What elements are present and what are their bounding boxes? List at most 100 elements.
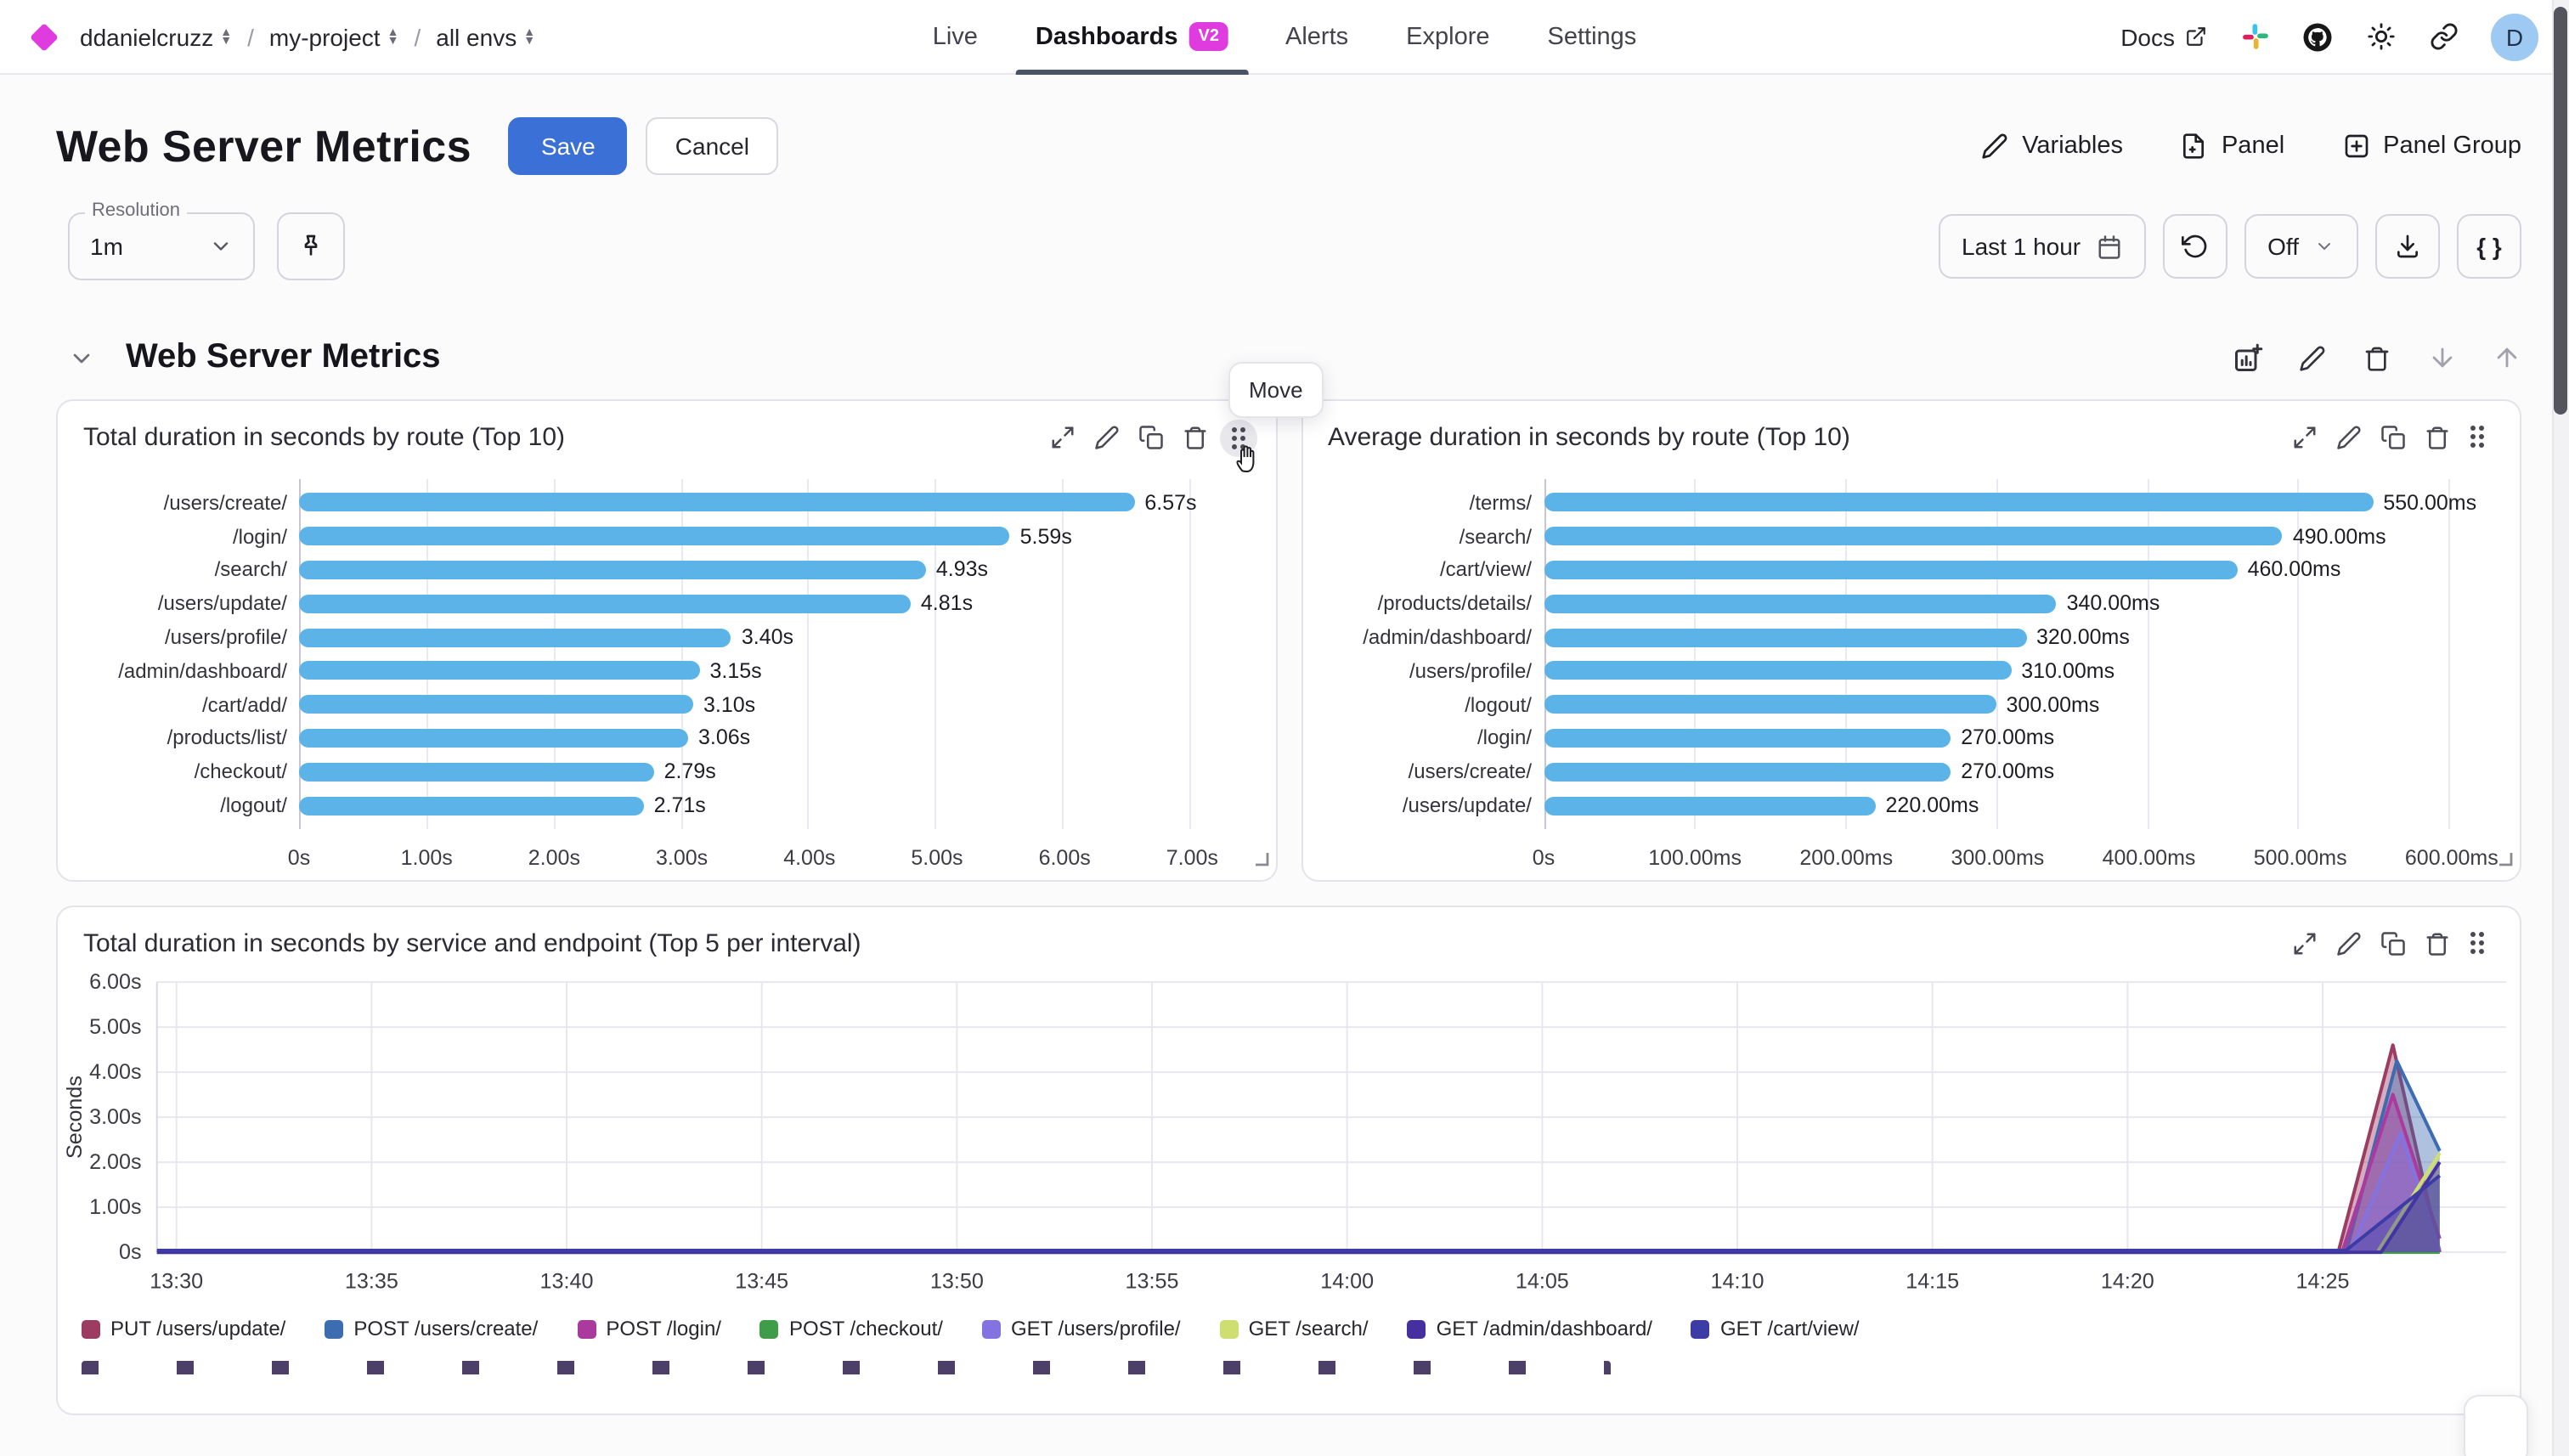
drag-panel-handle[interactable]: [2469, 425, 2494, 450]
refresh-button[interactable]: [2162, 214, 2227, 279]
legend-item[interactable]: POST /checkout/: [760, 1317, 943, 1340]
bar-rows: 6.57s5.59s4.93s4.81s3.40s3.15s3.10s3.06s…: [299, 486, 1272, 822]
delete-panel-icon[interactable]: [2425, 931, 2450, 957]
bar[interactable]: [299, 527, 1010, 545]
svg-text:3.00s: 3.00s: [89, 1105, 142, 1129]
docs-link[interactable]: Docs: [2120, 23, 2207, 50]
expand-panel-icon[interactable]: [2292, 931, 2318, 957]
edit-panel-icon[interactable]: [2336, 931, 2362, 957]
edit-panel-icon[interactable]: [1093, 425, 1119, 450]
bar-plot: 6.57s5.59s4.93s4.81s3.40s3.15s3.10s3.06s…: [299, 486, 1272, 822]
bar[interactable]: [1544, 662, 2011, 680]
delete-section-icon[interactable]: [2362, 342, 2392, 373]
bar[interactable]: [299, 729, 688, 748]
bar[interactable]: [299, 695, 693, 714]
bar[interactable]: [299, 595, 911, 613]
nav-tab-settings[interactable]: Settings: [1548, 0, 1637, 74]
svg-text:13:40: 13:40: [540, 1269, 594, 1293]
bar[interactable]: [1544, 561, 2238, 579]
bar[interactable]: [1544, 628, 2026, 646]
legend-item[interactable]: GET /search/: [1220, 1317, 1369, 1340]
time-range-button[interactable]: Last 1 hour: [1938, 214, 2145, 279]
bar[interactable]: [1544, 695, 1996, 714]
delete-panel-icon[interactable]: [2425, 425, 2450, 450]
legend-swatch: [760, 1319, 779, 1338]
move-section-down-icon[interactable]: [2426, 342, 2457, 373]
scrollbar-thumb[interactable]: [2554, 7, 2567, 415]
github-icon[interactable]: [2302, 21, 2333, 52]
bar[interactable]: [299, 494, 1134, 512]
share-link-icon[interactable]: [2428, 21, 2459, 52]
bar-category-label: /users/create/: [1319, 755, 1544, 789]
add-chart-icon[interactable]: [2233, 342, 2263, 373]
move-tooltip: Move: [1228, 362, 1324, 418]
bar[interactable]: [299, 662, 699, 680]
json-view-button[interactable]: { }: [2457, 214, 2521, 279]
bar-category-label: /admin/dashboard/: [75, 654, 299, 688]
resize-handle[interactable]: [1253, 844, 1268, 875]
drag-panel-handle[interactable]: [1219, 419, 1256, 456]
legend-item[interactable]: PUT /users/update/: [82, 1317, 285, 1340]
slack-icon[interactable]: [2239, 21, 2270, 52]
resize-handle[interactable]: [2498, 844, 2513, 875]
legend-item[interactable]: POST /users/create/: [325, 1317, 538, 1340]
user-avatar[interactable]: D: [2491, 13, 2538, 60]
bar[interactable]: [1544, 729, 1951, 748]
edit-panel-icon[interactable]: [2336, 425, 2362, 450]
bar-category-label: /cart/view/: [1319, 553, 1544, 587]
expand-panel-icon[interactable]: [2292, 425, 2318, 450]
legend-item[interactable]: GET /admin/dashboard/: [1408, 1317, 1652, 1340]
bar[interactable]: [1544, 527, 2283, 545]
vertical-scrollbar[interactable]: [2552, 0, 2569, 1456]
nav-tab-dashboards[interactable]: DashboardsV2: [1036, 0, 1228, 74]
add-panel-group-button[interactable]: Panel Group: [2342, 133, 2521, 160]
move-section-up-icon[interactable]: [2491, 342, 2521, 373]
svg-text:13:35: 13:35: [345, 1269, 398, 1293]
save-button[interactable]: Save: [509, 117, 628, 175]
pin-filters-button[interactable]: [277, 212, 345, 280]
trash-glyph: [2363, 344, 2391, 371]
theme-toggle-sun-icon[interactable]: [2365, 21, 2396, 52]
legend-item[interactable]: POST /login/: [577, 1317, 721, 1340]
bar-row: 4.81s: [299, 587, 1272, 621]
delete-panel-icon[interactable]: [1182, 425, 1207, 450]
collapse-chevron-icon[interactable]: [68, 344, 95, 371]
legend-swatch: [1220, 1319, 1239, 1338]
legend-label: GET /users/profile/: [1011, 1317, 1181, 1340]
bar[interactable]: [1544, 763, 1951, 782]
bar[interactable]: [299, 561, 926, 579]
bar[interactable]: [299, 763, 654, 782]
auto-refresh-select[interactable]: Off: [2244, 214, 2358, 279]
nav-tab-live[interactable]: Live: [933, 0, 978, 74]
duplicate-panel-icon[interactable]: [2380, 425, 2406, 450]
breadcrumb-environment[interactable]: all envs ▲▼: [436, 23, 535, 50]
nav-tab-explore[interactable]: Explore: [1406, 0, 1489, 74]
bar[interactable]: [1544, 796, 1876, 815]
add-panel-button[interactable]: Panel: [2181, 133, 2284, 160]
nav-tab-alerts[interactable]: Alerts: [1285, 0, 1348, 74]
link-glyph: [2429, 22, 2458, 51]
bar[interactable]: [1544, 494, 2373, 512]
brand-logo-icon[interactable]: [30, 22, 59, 51]
bar[interactable]: [299, 796, 644, 815]
variables-button[interactable]: Variables: [1981, 133, 2123, 160]
legend-item[interactable]: GET /users/profile/: [982, 1317, 1181, 1340]
external-link-icon: [2185, 25, 2207, 48]
resolution-select[interactable]: Resolution 1m: [68, 212, 255, 280]
drag-panel-handle[interactable]: [2469, 931, 2494, 957]
download-button[interactable]: [2375, 214, 2440, 279]
scroll-pill[interactable]: [2464, 1395, 2528, 1456]
breadcrumb-org[interactable]: ddanielcruzz ▲▼: [80, 23, 232, 50]
cancel-button[interactable]: Cancel: [646, 117, 778, 175]
chevron-updown-icon: ▲▼: [523, 28, 535, 45]
auto-refresh-value: Off: [2267, 233, 2299, 260]
edit-section-icon[interactable]: [2297, 342, 2328, 373]
duplicate-panel-icon[interactable]: [2380, 931, 2406, 957]
duplicate-panel-icon[interactable]: [1138, 425, 1163, 450]
svg-text:Seconds: Seconds: [63, 1075, 87, 1159]
breadcrumb-project[interactable]: my-project ▲▼: [269, 23, 399, 50]
expand-panel-icon[interactable]: [1049, 425, 1075, 450]
bar[interactable]: [299, 628, 731, 646]
bar[interactable]: [1544, 595, 2057, 613]
legend-item[interactable]: GET /cart/view/: [1691, 1317, 1860, 1340]
